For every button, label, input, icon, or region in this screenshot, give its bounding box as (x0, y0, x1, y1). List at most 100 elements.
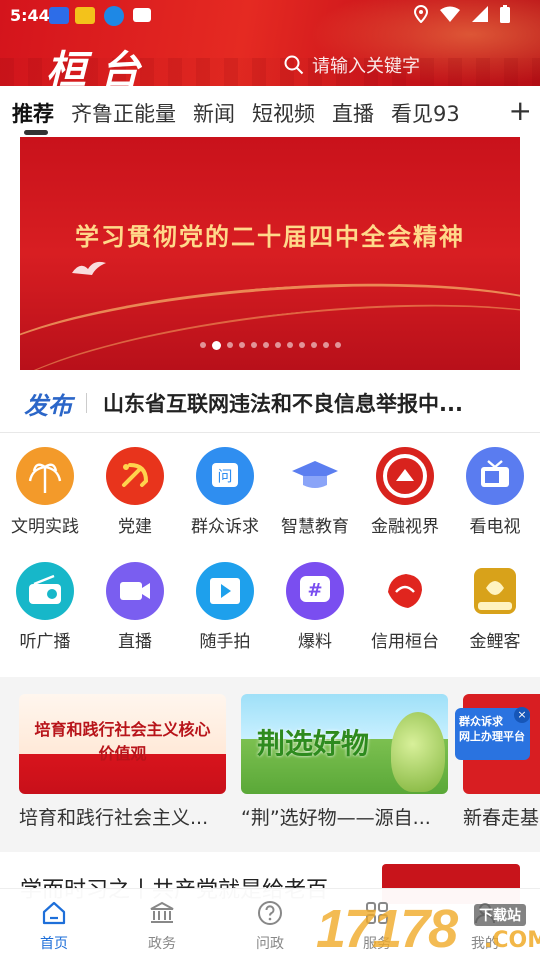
tab-live[interactable]: 直播 (332, 98, 374, 128)
close-icon[interactable]: × (514, 707, 530, 723)
service-item-hashtag[interactable]: # 爆料 (270, 562, 360, 652)
carousel-dots (20, 341, 520, 350)
announcement-logo: 发布 (24, 392, 72, 420)
notification-app-icon-3 (133, 8, 151, 22)
carousel-dot[interactable] (322, 342, 329, 348)
card-image-text: 培育和践行社会主义核心价值观 (34, 720, 211, 763)
watermark-text: 17178 (316, 899, 458, 959)
nav-label: 首页 (40, 936, 68, 952)
carousel-dot[interactable] (298, 342, 305, 348)
service-item-graduation-cap[interactable]: 智慧教育 (270, 447, 360, 537)
service-label: 金鲤客 (469, 632, 521, 652)
header: 5:44 桓台 请输入关键字 (0, 0, 540, 86)
banner-title: 学习贯彻党的二十届四中全会精神 (75, 222, 465, 251)
card-title: 培育和践行社会主义... (19, 807, 209, 829)
watermark-sub: .COM (484, 928, 540, 953)
carousel-dot[interactable] (211, 341, 221, 350)
download-notification-icon (104, 6, 124, 26)
hashtag-icon: # (286, 562, 344, 620)
card-image: 培育和践行社会主义核心价值观 (19, 694, 226, 794)
carousel-dot[interactable] (238, 342, 245, 348)
announcement-separator (86, 393, 87, 413)
tab-news[interactable]: 新闻 (193, 98, 235, 128)
service-item-civilization-practice[interactable]: 文明实践 (0, 447, 90, 537)
service-item-film[interactable]: 随手拍 (180, 562, 270, 652)
service-item-party-building[interactable]: 党建 (90, 447, 180, 537)
tab-recommend[interactable]: 推荐 (12, 98, 54, 128)
carousel-dot[interactable] (310, 342, 317, 348)
status-bar: 5:44 (0, 0, 540, 30)
section-divider (0, 432, 540, 433)
carousel-dot[interactable] (334, 342, 341, 348)
carousel-dot[interactable] (226, 342, 233, 348)
search-placeholder: 请输入关键字 (312, 56, 420, 77)
app-screen: 5:44 桓台 请输入关键字 推荐 齐鲁正能量 新闻 短视频 直播 看见93 + (0, 0, 540, 960)
carousel-dot[interactable] (250, 342, 257, 348)
service-label: 随手拍 (199, 632, 251, 652)
app-logo[interactable]: 桓台 (46, 38, 154, 86)
golden-carp-icon (466, 562, 524, 620)
card-title: “荆”选好物——源自... (241, 807, 431, 829)
pigeons-icon (72, 261, 106, 275)
service-label: 智慧教育 (281, 517, 349, 537)
card-image-text: 荆选好物 (257, 727, 370, 760)
service-label: 爆料 (298, 632, 332, 652)
grapes-image (391, 712, 445, 792)
government-icon (150, 901, 174, 923)
finance-icon (376, 447, 434, 505)
nav-label: 问政 (256, 936, 284, 952)
public-appeal-icon: 问 (196, 447, 254, 505)
card-image: 荆选好物 (241, 694, 448, 794)
banner-carousel[interactable]: 学习贯彻党的二十届四中全会精神 (20, 137, 520, 370)
tab-kanjian93[interactable]: 看见93 (391, 98, 460, 128)
service-item-golden-carp[interactable]: 金鲤客 (450, 562, 540, 652)
service-item-credit-map[interactable]: 信用桓台 (360, 562, 450, 652)
service-item-live-video[interactable]: 直播 (90, 562, 180, 652)
watermark-badge: 下载站 (474, 904, 526, 926)
radio-icon (16, 562, 74, 620)
graduation-cap-icon (286, 447, 344, 505)
svg-text:#: # (307, 580, 322, 601)
featured-card[interactable]: 培育和践行社会主义核心价值观 培育和践行社会主义... (19, 694, 226, 830)
search-icon (284, 55, 304, 75)
notification-app-icon-2 (75, 7, 95, 24)
announcement-bar[interactable]: 发布 山东省互联网违法和不良信息举报中... (0, 378, 540, 428)
service-label: 金融视界 (371, 517, 439, 537)
status-icons (414, 5, 510, 23)
tab-qilu-positive-energy[interactable]: 齐鲁正能量 (71, 98, 176, 128)
channel-tabs: 推荐 齐鲁正能量 新闻 短视频 直播 看见93 (0, 90, 540, 136)
service-item-tv[interactable]: 看电视 (450, 447, 540, 537)
location-icon (414, 5, 428, 23)
search-box[interactable]: 请输入关键字 (284, 52, 420, 78)
nav-inquiry[interactable]: 问政 (235, 899, 305, 953)
service-label: 文明实践 (11, 517, 79, 537)
service-label: 群众诉求 (191, 517, 259, 537)
tv-icon (466, 447, 524, 505)
service-item-radio[interactable]: 听广播 (0, 562, 90, 652)
live-video-icon (106, 562, 164, 620)
carousel-dot[interactable] (286, 342, 293, 348)
nav-home[interactable]: 首页 (19, 899, 89, 953)
tab-short-video[interactable]: 短视频 (252, 98, 315, 128)
service-item-finance[interactable]: 金融视界 (360, 447, 450, 537)
nav-government[interactable]: 政务 (127, 899, 197, 953)
carousel-dot[interactable] (199, 342, 206, 348)
add-channel-icon[interactable]: + (509, 97, 532, 125)
signal-icon (472, 6, 488, 22)
film-icon (196, 562, 254, 620)
service-label: 听广播 (19, 632, 71, 652)
carousel-dot[interactable] (274, 342, 281, 348)
service-label: 信用桓台 (371, 632, 439, 652)
service-item-public-appeal[interactable]: 问群众诉求 (180, 447, 270, 537)
active-tab-indicator (24, 130, 48, 135)
float-banner-line2: 网上办理平台 (459, 730, 525, 743)
battery-icon (500, 5, 510, 23)
announcement-text: 山东省互联网违法和不良信息举报中... (103, 392, 463, 416)
question-icon (258, 901, 282, 925)
card-title: 新春走基 (463, 807, 540, 829)
carousel-dot[interactable] (262, 342, 269, 348)
civilization-practice-icon (16, 447, 74, 505)
service-label: 看电视 (469, 517, 521, 537)
notification-app-icon-1 (49, 7, 69, 24)
featured-card[interactable]: 荆选好物 “荆”选好物——源自... (241, 694, 448, 830)
